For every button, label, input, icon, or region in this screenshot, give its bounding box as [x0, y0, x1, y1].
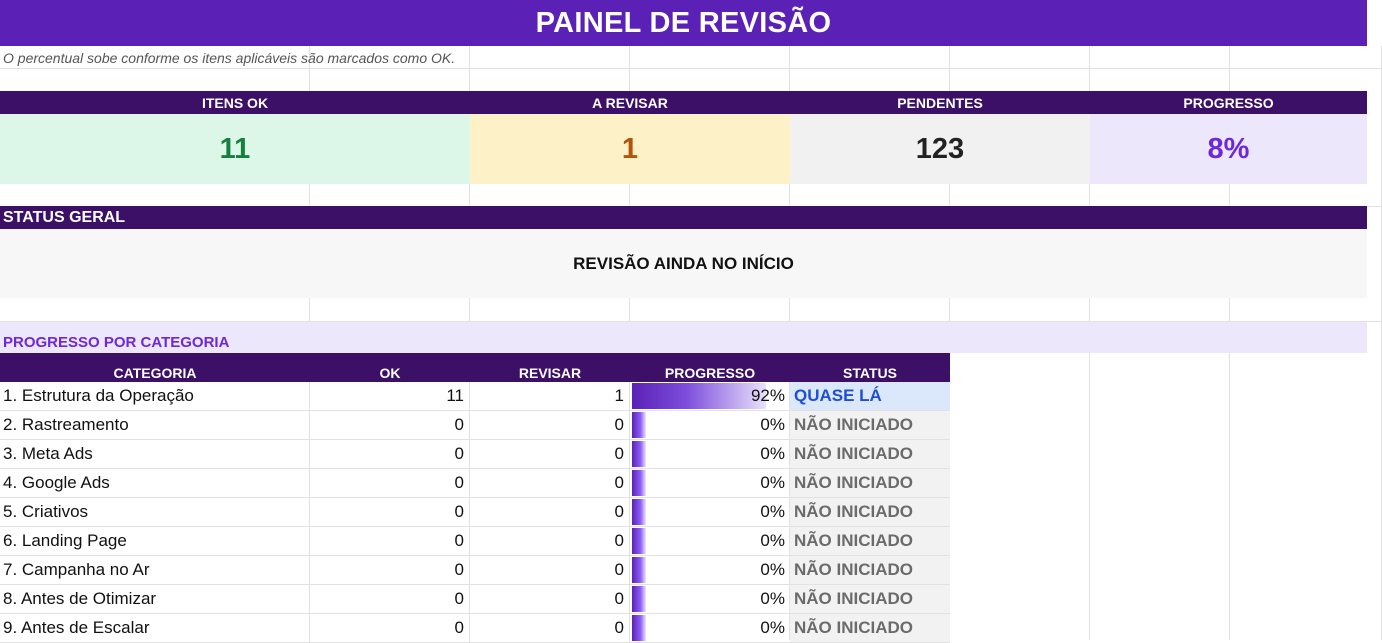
- ok-count-cell[interactable]: 0: [310, 498, 470, 527]
- revisar-count-cell[interactable]: 0: [470, 498, 630, 527]
- category-name-cell[interactable]: 6. Landing Page: [0, 527, 310, 556]
- progress-cell[interactable]: 0%: [630, 498, 790, 527]
- ok-count-cell[interactable]: 11: [310, 382, 470, 411]
- column-header-categoria: CATEGORIA: [0, 353, 310, 382]
- progress-cell[interactable]: 0%: [630, 614, 790, 643]
- category-name-cell[interactable]: 5. Criativos: [0, 498, 310, 527]
- progress-cell[interactable]: 0%: [630, 440, 790, 469]
- revisar-count-cell[interactable]: 0: [470, 411, 630, 440]
- progress-cell[interactable]: 0%: [630, 556, 790, 585]
- revisar-count-cell[interactable]: 0: [470, 556, 630, 585]
- category-name-cell[interactable]: 9. Antes de Escalar: [0, 614, 310, 643]
- category-name-cell[interactable]: 2. Rastreamento: [0, 411, 310, 440]
- progress-bar: [632, 615, 646, 641]
- column-header-ok: OK: [310, 353, 470, 382]
- progress-cell[interactable]: 0%: [630, 527, 790, 556]
- ok-count-cell[interactable]: 0: [310, 585, 470, 614]
- progress-percent: 0%: [760, 560, 785, 579]
- progress-bar: [632, 383, 766, 409]
- subtitle-note: O percentual sobe conforme os itens apli…: [3, 50, 456, 66]
- status-geral-header: STATUS GERAL: [0, 206, 1367, 229]
- progress-bar: [632, 441, 646, 467]
- category-name-cell[interactable]: 4. Google Ads: [0, 469, 310, 498]
- kpi-value-pendentes: 123: [790, 114, 1090, 184]
- category-name-cell[interactable]: 3. Meta Ads: [0, 440, 310, 469]
- status-cell[interactable]: NÃO INICIADO: [790, 556, 950, 585]
- table-row[interactable]: 8. Antes de Otimizar 0 0 0% NÃO INICIADO: [0, 585, 950, 614]
- kpi-value-a-revisar: 1: [470, 114, 790, 184]
- status-cell[interactable]: NÃO INICIADO: [790, 527, 950, 556]
- revisar-count-cell[interactable]: 0: [470, 614, 630, 643]
- ok-count-cell[interactable]: 0: [310, 614, 470, 643]
- ok-count-cell[interactable]: 0: [310, 469, 470, 498]
- category-name-cell[interactable]: 1. Estrutura da Operação: [0, 382, 310, 411]
- status-cell[interactable]: NÃO INICIADO: [790, 469, 950, 498]
- kpi-header-a-revisar: A REVISAR: [470, 91, 790, 114]
- progress-percent: 0%: [760, 531, 785, 550]
- progress-cell[interactable]: 0%: [630, 469, 790, 498]
- status-cell[interactable]: QUASE LÁ: [790, 382, 950, 411]
- progress-cell[interactable]: 0%: [630, 585, 790, 614]
- progress-bar: [632, 470, 646, 496]
- kpi-header-progresso: PROGRESSO: [1090, 91, 1367, 114]
- progress-bar: [632, 586, 646, 612]
- category-name-cell[interactable]: 8. Antes de Otimizar: [0, 585, 310, 614]
- status-cell[interactable]: NÃO INICIADO: [790, 411, 950, 440]
- progress-cell[interactable]: 92%: [630, 382, 790, 411]
- kpi-value-itens-ok: 11: [0, 114, 470, 184]
- grid-line: [0, 68, 1382, 69]
- progress-cell[interactable]: 0%: [630, 411, 790, 440]
- column-header-revisar: REVISAR: [470, 353, 630, 382]
- progress-bar: [632, 557, 646, 583]
- progress-percent: 0%: [760, 444, 785, 463]
- progress-percent: 0%: [760, 589, 785, 608]
- table-row[interactable]: 4. Google Ads 0 0 0% NÃO INICIADO: [0, 469, 950, 498]
- page-title: PAINEL DE REVISÃO: [0, 0, 1367, 46]
- status-cell[interactable]: NÃO INICIADO: [790, 614, 950, 643]
- revisar-count-cell[interactable]: 0: [470, 527, 630, 556]
- progress-bar: [632, 499, 646, 525]
- kpi-value-progresso: 8%: [1090, 114, 1367, 184]
- category-section-title: PROGRESSO POR CATEGORIA: [0, 322, 1367, 353]
- table-row[interactable]: 2. Rastreamento 0 0 0% NÃO INICIADO: [0, 411, 950, 440]
- progress-percent: 0%: [760, 415, 785, 434]
- revisar-count-cell[interactable]: 1: [470, 382, 630, 411]
- table-row[interactable]: 1. Estrutura da Operação 11 1 92% QUASE LÁ: [0, 382, 950, 411]
- status-cell[interactable]: NÃO INICIADO: [790, 440, 950, 469]
- category-name-cell[interactable]: 7. Campanha no Ar: [0, 556, 310, 585]
- progress-bar: [632, 412, 646, 438]
- ok-count-cell[interactable]: 0: [310, 556, 470, 585]
- progress-percent: 0%: [760, 473, 785, 492]
- table-row[interactable]: 9. Antes de Escalar 0 0 0% NÃO INICIADO: [0, 614, 950, 643]
- table-row[interactable]: 3. Meta Ads 0 0 0% NÃO INICIADO: [0, 440, 950, 469]
- revisar-count-cell[interactable]: 0: [470, 585, 630, 614]
- kpi-header-pendentes: PENDENTES: [790, 91, 1090, 114]
- column-header-progresso: PROGRESSO: [630, 353, 790, 382]
- status-cell[interactable]: NÃO INICIADO: [790, 498, 950, 527]
- progress-percent: 0%: [760, 502, 785, 521]
- revisar-count-cell[interactable]: 0: [470, 469, 630, 498]
- revisar-count-cell[interactable]: 0: [470, 440, 630, 469]
- progress-percent: 92%: [750, 386, 785, 405]
- status-cell[interactable]: NÃO INICIADO: [790, 585, 950, 614]
- column-header-status: STATUS: [790, 353, 950, 382]
- table-row[interactable]: 5. Criativos 0 0 0% NÃO INICIADO: [0, 498, 950, 527]
- progress-bar: [632, 528, 646, 554]
- kpi-header-itens-ok: ITENS OK: [0, 91, 470, 114]
- table-row[interactable]: 7. Campanha no Ar 0 0 0% NÃO INICIADO: [0, 556, 950, 585]
- progress-percent: 0%: [760, 618, 785, 637]
- ok-count-cell[interactable]: 0: [310, 440, 470, 469]
- ok-count-cell[interactable]: 0: [310, 527, 470, 556]
- status-geral-text: REVISÃO AINDA NO INÍCIO: [0, 229, 1367, 298]
- table-row[interactable]: 6. Landing Page 0 0 0% NÃO INICIADO: [0, 527, 950, 556]
- ok-count-cell[interactable]: 0: [310, 411, 470, 440]
